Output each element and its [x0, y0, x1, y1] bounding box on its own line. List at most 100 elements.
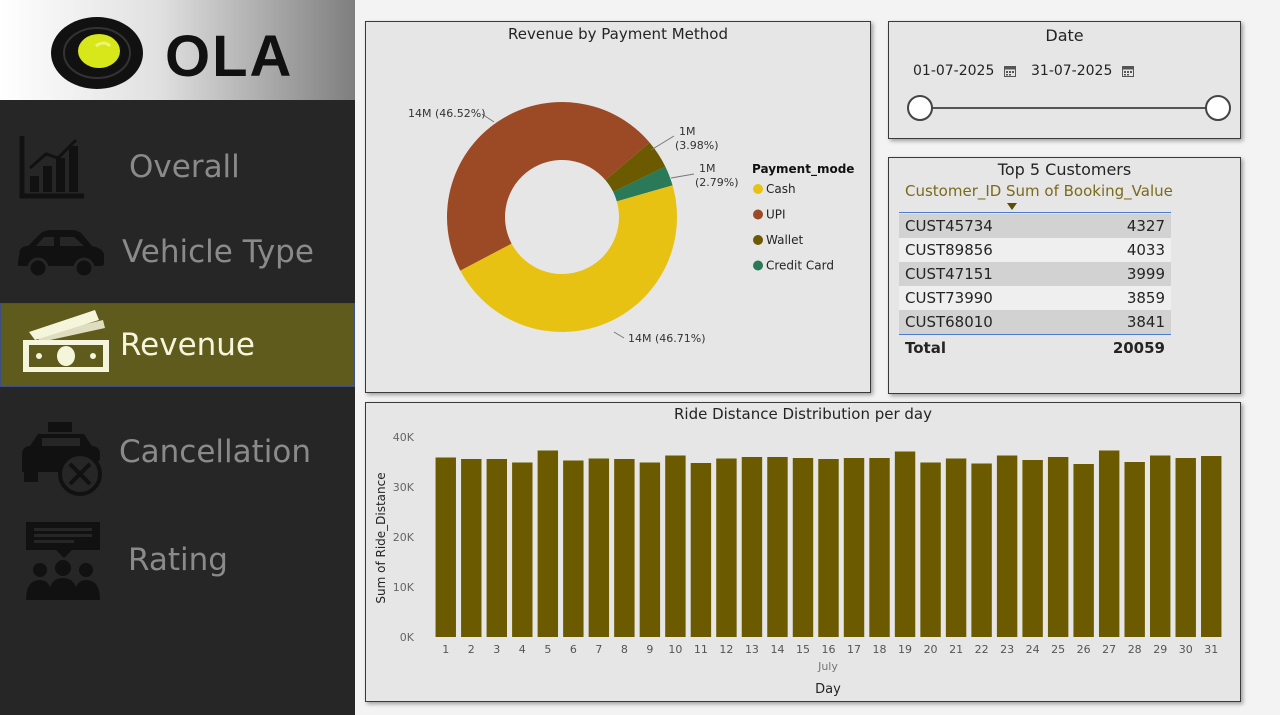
x-axis-label: Day — [815, 682, 841, 697]
data-label: 14M (46.52%) — [408, 107, 486, 120]
bar-day-28[interactable] — [1124, 462, 1145, 637]
bar-day-21[interactable] — [945, 458, 967, 638]
legend-item[interactable]: Credit Card — [766, 259, 834, 273]
legend-swatch — [753, 260, 763, 271]
bar-day-23[interactable] — [996, 455, 1018, 638]
brand-logo: OLA — [0, 0, 355, 100]
y-tick-label: 40K — [393, 431, 415, 444]
legend-item[interactable]: Wallet — [766, 233, 804, 247]
feedback-group-icon — [26, 522, 100, 600]
bar-day-3[interactable] — [486, 459, 507, 637]
x-tick-label: 10 — [668, 643, 682, 656]
date-filter-title: Date — [1045, 26, 1084, 45]
bar-day-8[interactable] — [614, 459, 635, 637]
bar-day-24[interactable] — [1022, 460, 1043, 637]
date-slider-start-handle[interactable] — [907, 95, 933, 121]
bar-day-18[interactable] — [869, 458, 890, 637]
bar-day-5[interactable] — [537, 450, 559, 638]
bar-day-31[interactable] — [1201, 456, 1222, 637]
date-slider-end-handle[interactable] — [1205, 95, 1231, 121]
bar-day-19[interactable] — [894, 451, 916, 638]
nav-item-vehicle-type[interactable]: Vehicle Type — [0, 210, 355, 294]
bar-day-2[interactable] — [461, 459, 482, 637]
y-axis-label: Sum of Ride_Distance — [374, 472, 388, 603]
table-row[interactable]: CUST73990 3859 — [899, 286, 1171, 310]
bar-day-15[interactable] — [792, 458, 814, 637]
nav-label: Revenue — [120, 327, 256, 363]
x-tick-label: 2 — [468, 643, 475, 656]
table-row[interactable]: CUST45734 4327 — [899, 214, 1171, 238]
x-tick-label: 29 — [1153, 643, 1167, 656]
bar-day-30[interactable] — [1175, 458, 1196, 637]
nav-item-rating[interactable]: Rating — [0, 518, 355, 602]
x-tick-label: 4 — [519, 643, 526, 656]
x-tick-label: 22 — [975, 643, 989, 656]
bar-day-14[interactable] — [767, 457, 788, 637]
x-tick-label: 14 — [770, 643, 784, 656]
calendar-icon[interactable] — [1004, 65, 1017, 77]
start-date-input[interactable]: 01-07-2025 — [905, 56, 1017, 86]
bar-day-11[interactable] — [690, 463, 712, 637]
bar-day-4[interactable] — [512, 462, 533, 638]
bar-chart-icon — [19, 136, 84, 199]
total-divider — [899, 334, 1171, 335]
x-tick-label: 18 — [873, 643, 887, 656]
bar-day-22[interactable] — [971, 463, 992, 638]
bar-day-7[interactable] — [588, 458, 610, 638]
nav-label: Vehicle Type — [122, 234, 314, 270]
sort-desc-icon[interactable] — [1007, 203, 1017, 210]
bar-day-9[interactable] — [639, 462, 661, 638]
calendar-icon[interactable] — [1122, 65, 1135, 77]
bar-day-17[interactable] — [843, 458, 865, 637]
nav-item-revenue[interactable]: Revenue — [0, 303, 355, 387]
legend-item[interactable]: Cash — [766, 182, 796, 196]
data-label-leader — [670, 173, 695, 179]
bar-day-16[interactable] — [818, 459, 839, 637]
table-row[interactable]: CUST47151 3999 — [899, 262, 1171, 286]
nav-label: Overall — [129, 149, 240, 185]
x-tick-label: 27 — [1102, 643, 1116, 656]
y-tick-label: 0K — [400, 631, 415, 644]
x-group-label: July — [817, 660, 838, 673]
bar-day-10[interactable] — [665, 455, 686, 638]
bar-day-27[interactable] — [1098, 450, 1120, 638]
end-date-input[interactable]: 31-07-2025 — [1023, 56, 1135, 86]
taxi-cancel-icon — [22, 422, 102, 496]
legend-item[interactable]: UPI — [766, 208, 786, 222]
column-header-customer-id[interactable]: Customer_ID — [905, 182, 1001, 200]
bar-day-13[interactable] — [741, 457, 763, 637]
bar-day-20[interactable] — [920, 462, 941, 638]
date-slider-track[interactable] — [921, 107, 1217, 109]
money-icon — [23, 310, 109, 372]
column-header-booking-value[interactable]: Sum of Booking_Value — [1006, 182, 1173, 200]
donut-chart[interactable]: 1M (2.79%) 14M (46.71%) 14M (46.52%) 1M (3.98… — [366, 22, 872, 394]
x-tick-label: 11 — [694, 643, 708, 656]
x-tick-label: 1 — [442, 643, 449, 656]
y-tick-label: 10K — [393, 581, 415, 594]
table-row[interactable]: CUST68010 3841 — [899, 310, 1171, 334]
bar-day-26[interactable] — [1073, 464, 1094, 637]
x-tick-label: 3 — [493, 643, 500, 656]
nav-item-cancellation[interactable]: Cancellation — [0, 410, 355, 496]
x-tick-label: 12 — [719, 643, 733, 656]
revenue-by-payment-card: Revenue by Payment Method 1M (2.79%) 14M (… — [365, 21, 871, 393]
bar-day-12[interactable] — [716, 458, 737, 638]
bar-chart[interactable]: 0K10K20K30K40K1 2 3 4 5 6 7 8 9 10 11 12 13 14 15 16 17 1… — [366, 403, 1242, 703]
x-tick-label: 23 — [1000, 643, 1014, 656]
bar-day-6[interactable] — [563, 460, 584, 638]
legend-swatch — [753, 184, 763, 194]
bar-day-29[interactable] — [1150, 455, 1171, 638]
x-tick-label: 19 — [898, 643, 912, 656]
legend-title: Payment_mode — [752, 162, 854, 177]
x-tick-label: 13 — [745, 643, 759, 656]
bar-day-1[interactable] — [435, 457, 456, 638]
x-tick-label: 31 — [1204, 643, 1218, 656]
main-area: Revenue by Payment Method 1M (2.79%) 14M (… — [355, 0, 1280, 715]
bar-day-25[interactable] — [1047, 457, 1069, 637]
nav-label: Rating — [128, 542, 228, 578]
nav-item-overall[interactable]: Overall — [0, 125, 355, 209]
data-label: 14M (46.71%) — [628, 332, 706, 345]
header-divider — [899, 212, 1171, 213]
sidebar: OLA Overall Vehicle Type Revenue Cancell… — [0, 0, 355, 715]
table-row[interactable]: CUST89856 4033 — [899, 238, 1171, 262]
